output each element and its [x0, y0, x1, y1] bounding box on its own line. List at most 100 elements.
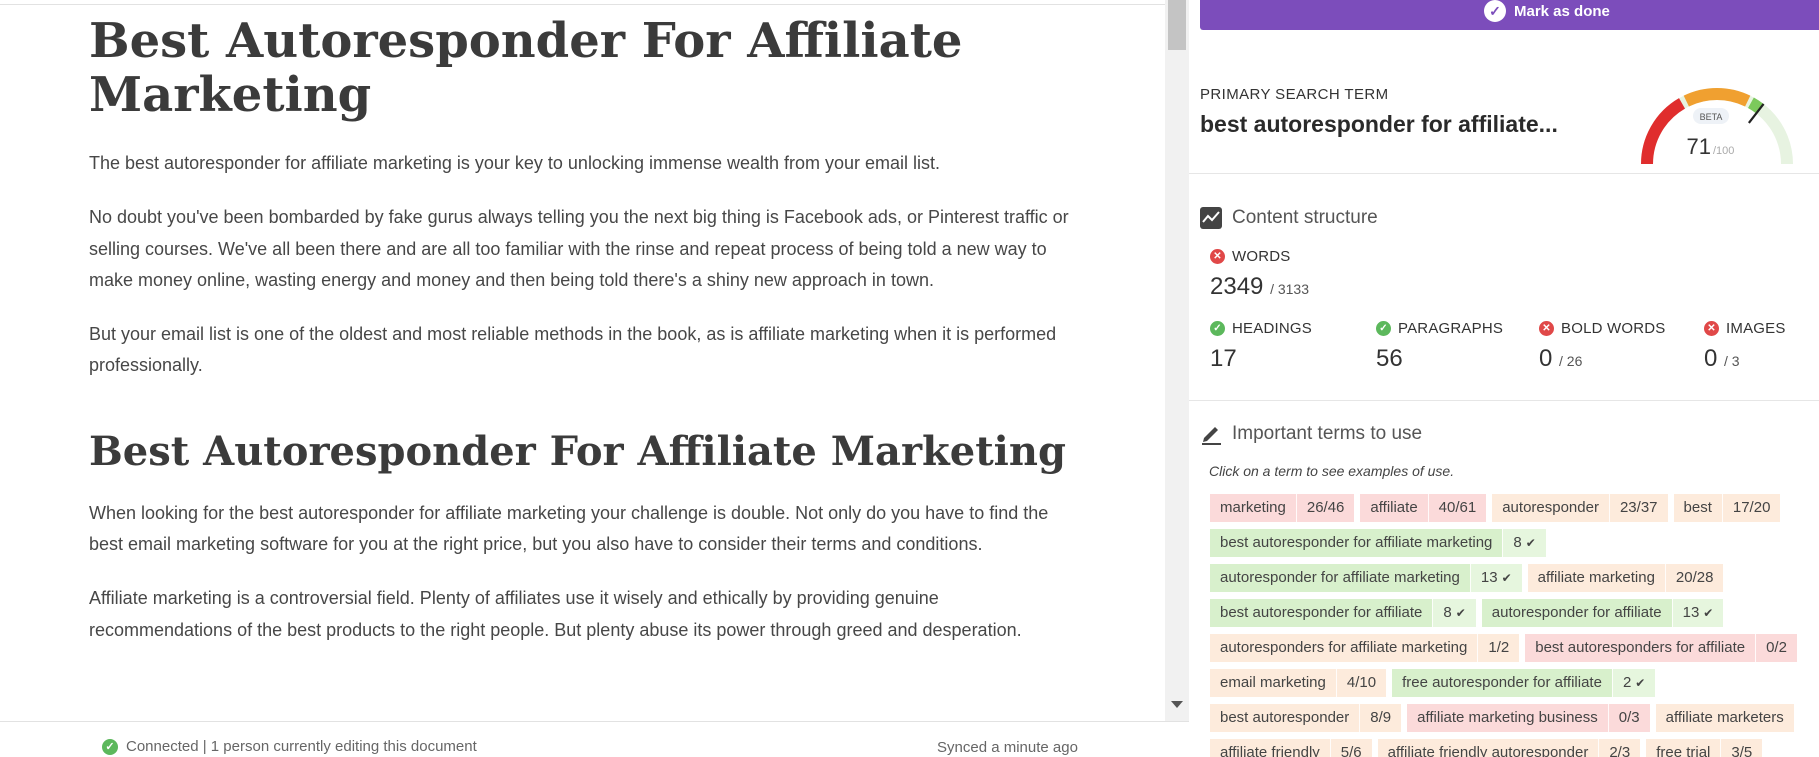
- paragraph[interactable]: When looking for the best autoresponder …: [89, 498, 1069, 561]
- term-chip[interactable]: autoresponder for affiliate marketing 13 ✔: [1210, 564, 1522, 592]
- section-heading[interactable]: Best Autoresponder For Affiliate Marketi…: [89, 428, 1165, 476]
- term-text: free trial: [1656, 744, 1711, 757]
- success-check-icon: ✓: [1210, 321, 1225, 336]
- term-chip[interactable]: affiliate marketing 20/28: [1527, 564, 1724, 592]
- gauge-svg: BETA 71 /100: [1641, 87, 1793, 165]
- term-text: autoresponder for affiliate: [1481, 599, 1672, 627]
- term-count: 13 ✔: [1469, 564, 1522, 592]
- term-count: 26/46: [1295, 494, 1355, 522]
- checkmark-icon: ✔: [1455, 606, 1466, 620]
- paragraph[interactable]: No doubt you've been bombarded by fake g…: [89, 202, 1069, 296]
- term-text: affiliate marketing: [1537, 569, 1655, 586]
- editor-top-border: [0, 0, 1165, 5]
- headings-value: 17: [1210, 345, 1237, 372]
- primary-search-term[interactable]: best autoresponder for affiliate...: [1200, 111, 1570, 138]
- term-count: 2/3: [1598, 739, 1640, 757]
- term-count: 4/10: [1335, 669, 1386, 697]
- document-editor: Best Autoresponder For Affiliate Marketi…: [0, 0, 1189, 757]
- term-chip[interactable]: free autoresponder for affiliate 2 ✔: [1392, 669, 1656, 697]
- images-target: / 3: [1724, 353, 1740, 369]
- paragraph[interactable]: The best autoresponder for affiliate mar…: [89, 148, 1069, 179]
- divider: [1189, 400, 1819, 401]
- term-chip[interactable]: affiliate marketers: [1655, 704, 1794, 732]
- words-value: 2349: [1210, 273, 1264, 300]
- term-count-value: 23/37: [1619, 499, 1658, 516]
- paragraphs-metric: ✓ PARAGRAPHS 56: [1376, 320, 1503, 373]
- document-title[interactable]: Best Autoresponder For Affiliate Marketi…: [89, 14, 989, 122]
- term-count-value: 2/3: [1609, 744, 1631, 757]
- term-chip[interactable]: free trial 3/5: [1646, 739, 1763, 757]
- words-target: / 3133: [1270, 281, 1309, 297]
- term-chip[interactable]: affiliate marketing business 0/3: [1407, 704, 1650, 732]
- words-metric: ✕ WORDS 2349 / 3133: [1210, 248, 1309, 301]
- bold-words-label: BOLD WORDS: [1561, 320, 1666, 337]
- term-chip[interactable]: autoresponders for affiliate marketing 1/…: [1210, 634, 1520, 662]
- term-chip[interactable]: affiliate 40/61: [1360, 494, 1487, 522]
- term-count: 5/6: [1329, 739, 1372, 757]
- term-chip[interactable]: best autoresponders for affiliate 0/2: [1525, 634, 1797, 662]
- primary-search-term-label: PRIMARY SEARCH TERM: [1200, 86, 1389, 103]
- mark-as-done-button[interactable]: ✓ Mark as done: [1200, 0, 1819, 30]
- beta-badge: BETA: [1700, 112, 1723, 122]
- term-count: 20/28: [1664, 564, 1724, 592]
- term-text: affiliate marketers: [1665, 709, 1784, 726]
- score-value: 71: [1687, 134, 1711, 159]
- connection-status: ✓ Connected | 1 person currently editing…: [102, 738, 477, 755]
- term-text: affiliate friendly autoresponder: [1387, 744, 1589, 757]
- check-circle-icon: ✓: [1484, 0, 1506, 22]
- terms-row: best autoresponder for affiliate 8 ✔ autore…: [1210, 599, 1724, 627]
- mark-as-done-label: Mark as done: [1514, 2, 1610, 20]
- term-text: affiliate friendly: [1220, 744, 1320, 757]
- terms-hint: Click on a term to see examples of use.: [1209, 463, 1455, 479]
- checkmark-icon: ✔: [1703, 606, 1714, 620]
- term-chip[interactable]: email marketing 4/10: [1210, 669, 1387, 697]
- divider: [1189, 173, 1819, 174]
- term-count-value: 26/46: [1306, 499, 1345, 516]
- term-count-value: 13: [1480, 569, 1498, 586]
- gauge-green-segment: [1747, 97, 1764, 114]
- term-count: 8 ✔: [1432, 599, 1475, 627]
- term-text: autoresponder: [1502, 499, 1599, 516]
- connection-status-text: Connected | 1 person currently editing t…: [126, 738, 477, 755]
- paragraph[interactable]: But your email list is one of the oldest…: [89, 319, 1069, 382]
- important-terms-header: Important terms to use: [1200, 423, 1422, 445]
- editor-status-bar: ✓ Connected | 1 person currently editing…: [0, 721, 1189, 757]
- term-text: marketing: [1220, 499, 1286, 516]
- terms-row: autoresponders for affiliate marketing 1/…: [1210, 634, 1797, 662]
- score-max: /100: [1713, 145, 1734, 157]
- headings-metric: ✓ HEADINGS 17: [1210, 320, 1312, 373]
- term-chip[interactable]: affiliate friendly autoresponder 2/3: [1377, 739, 1641, 757]
- term-chip[interactable]: affiliate friendly 5/6: [1210, 739, 1372, 757]
- term-count: 23/37: [1608, 494, 1668, 522]
- terms-row: autoresponder for affiliate marketing 13 ✔…: [1210, 564, 1724, 592]
- term-count: 1/2: [1477, 634, 1519, 662]
- pencil-icon: [1202, 427, 1221, 445]
- scroll-down-arrow-icon[interactable]: [1171, 701, 1183, 708]
- term-text: best autoresponder: [1220, 709, 1350, 726]
- term-text: best autoresponders for affiliate: [1535, 639, 1746, 656]
- document-scrollbar[interactable]: [1165, 0, 1189, 721]
- images-label: IMAGES: [1726, 320, 1786, 337]
- terms-row: best autoresponder for affiliate marketi…: [1210, 529, 1546, 557]
- term-chip[interactable]: autoresponder 23/37: [1492, 494, 1668, 522]
- document-body[interactable]: Best Autoresponder For Affiliate Marketi…: [0, 0, 1165, 721]
- error-x-icon: ✕: [1704, 321, 1719, 336]
- checkmark-icon: ✔: [1501, 571, 1512, 585]
- term-chip[interactable]: best autoresponder 8/9: [1210, 704, 1402, 732]
- words-label: WORDS: [1232, 248, 1291, 265]
- checkmark-icon: ✔: [1635, 676, 1646, 690]
- term-chip[interactable]: autoresponder for affiliate 13 ✔: [1481, 599, 1724, 627]
- term-count: 13 ✔: [1671, 599, 1724, 627]
- term-chip[interactable]: marketing 26/46: [1210, 494, 1355, 522]
- bold-words-metric: ✕ BOLD WORDS 0 / 26: [1539, 320, 1666, 373]
- term-count: 8 ✔: [1502, 529, 1545, 557]
- term-chip[interactable]: best autoresponder for affiliate 8 ✔: [1210, 599, 1476, 627]
- term-count-value: 0/2: [1766, 639, 1787, 656]
- content-score-gauge: BETA 71 /100: [1627, 72, 1807, 172]
- term-chip[interactable]: best 17/20: [1673, 494, 1781, 522]
- bold-words-target: / 26: [1559, 353, 1583, 369]
- term-text: best autoresponder for affiliate: [1210, 599, 1433, 627]
- scrollbar-thumb[interactable]: [1168, 0, 1186, 50]
- term-chip[interactable]: best autoresponder for affiliate marketi…: [1210, 529, 1546, 557]
- paragraph[interactable]: Affiliate marketing is a controversial f…: [89, 583, 1069, 646]
